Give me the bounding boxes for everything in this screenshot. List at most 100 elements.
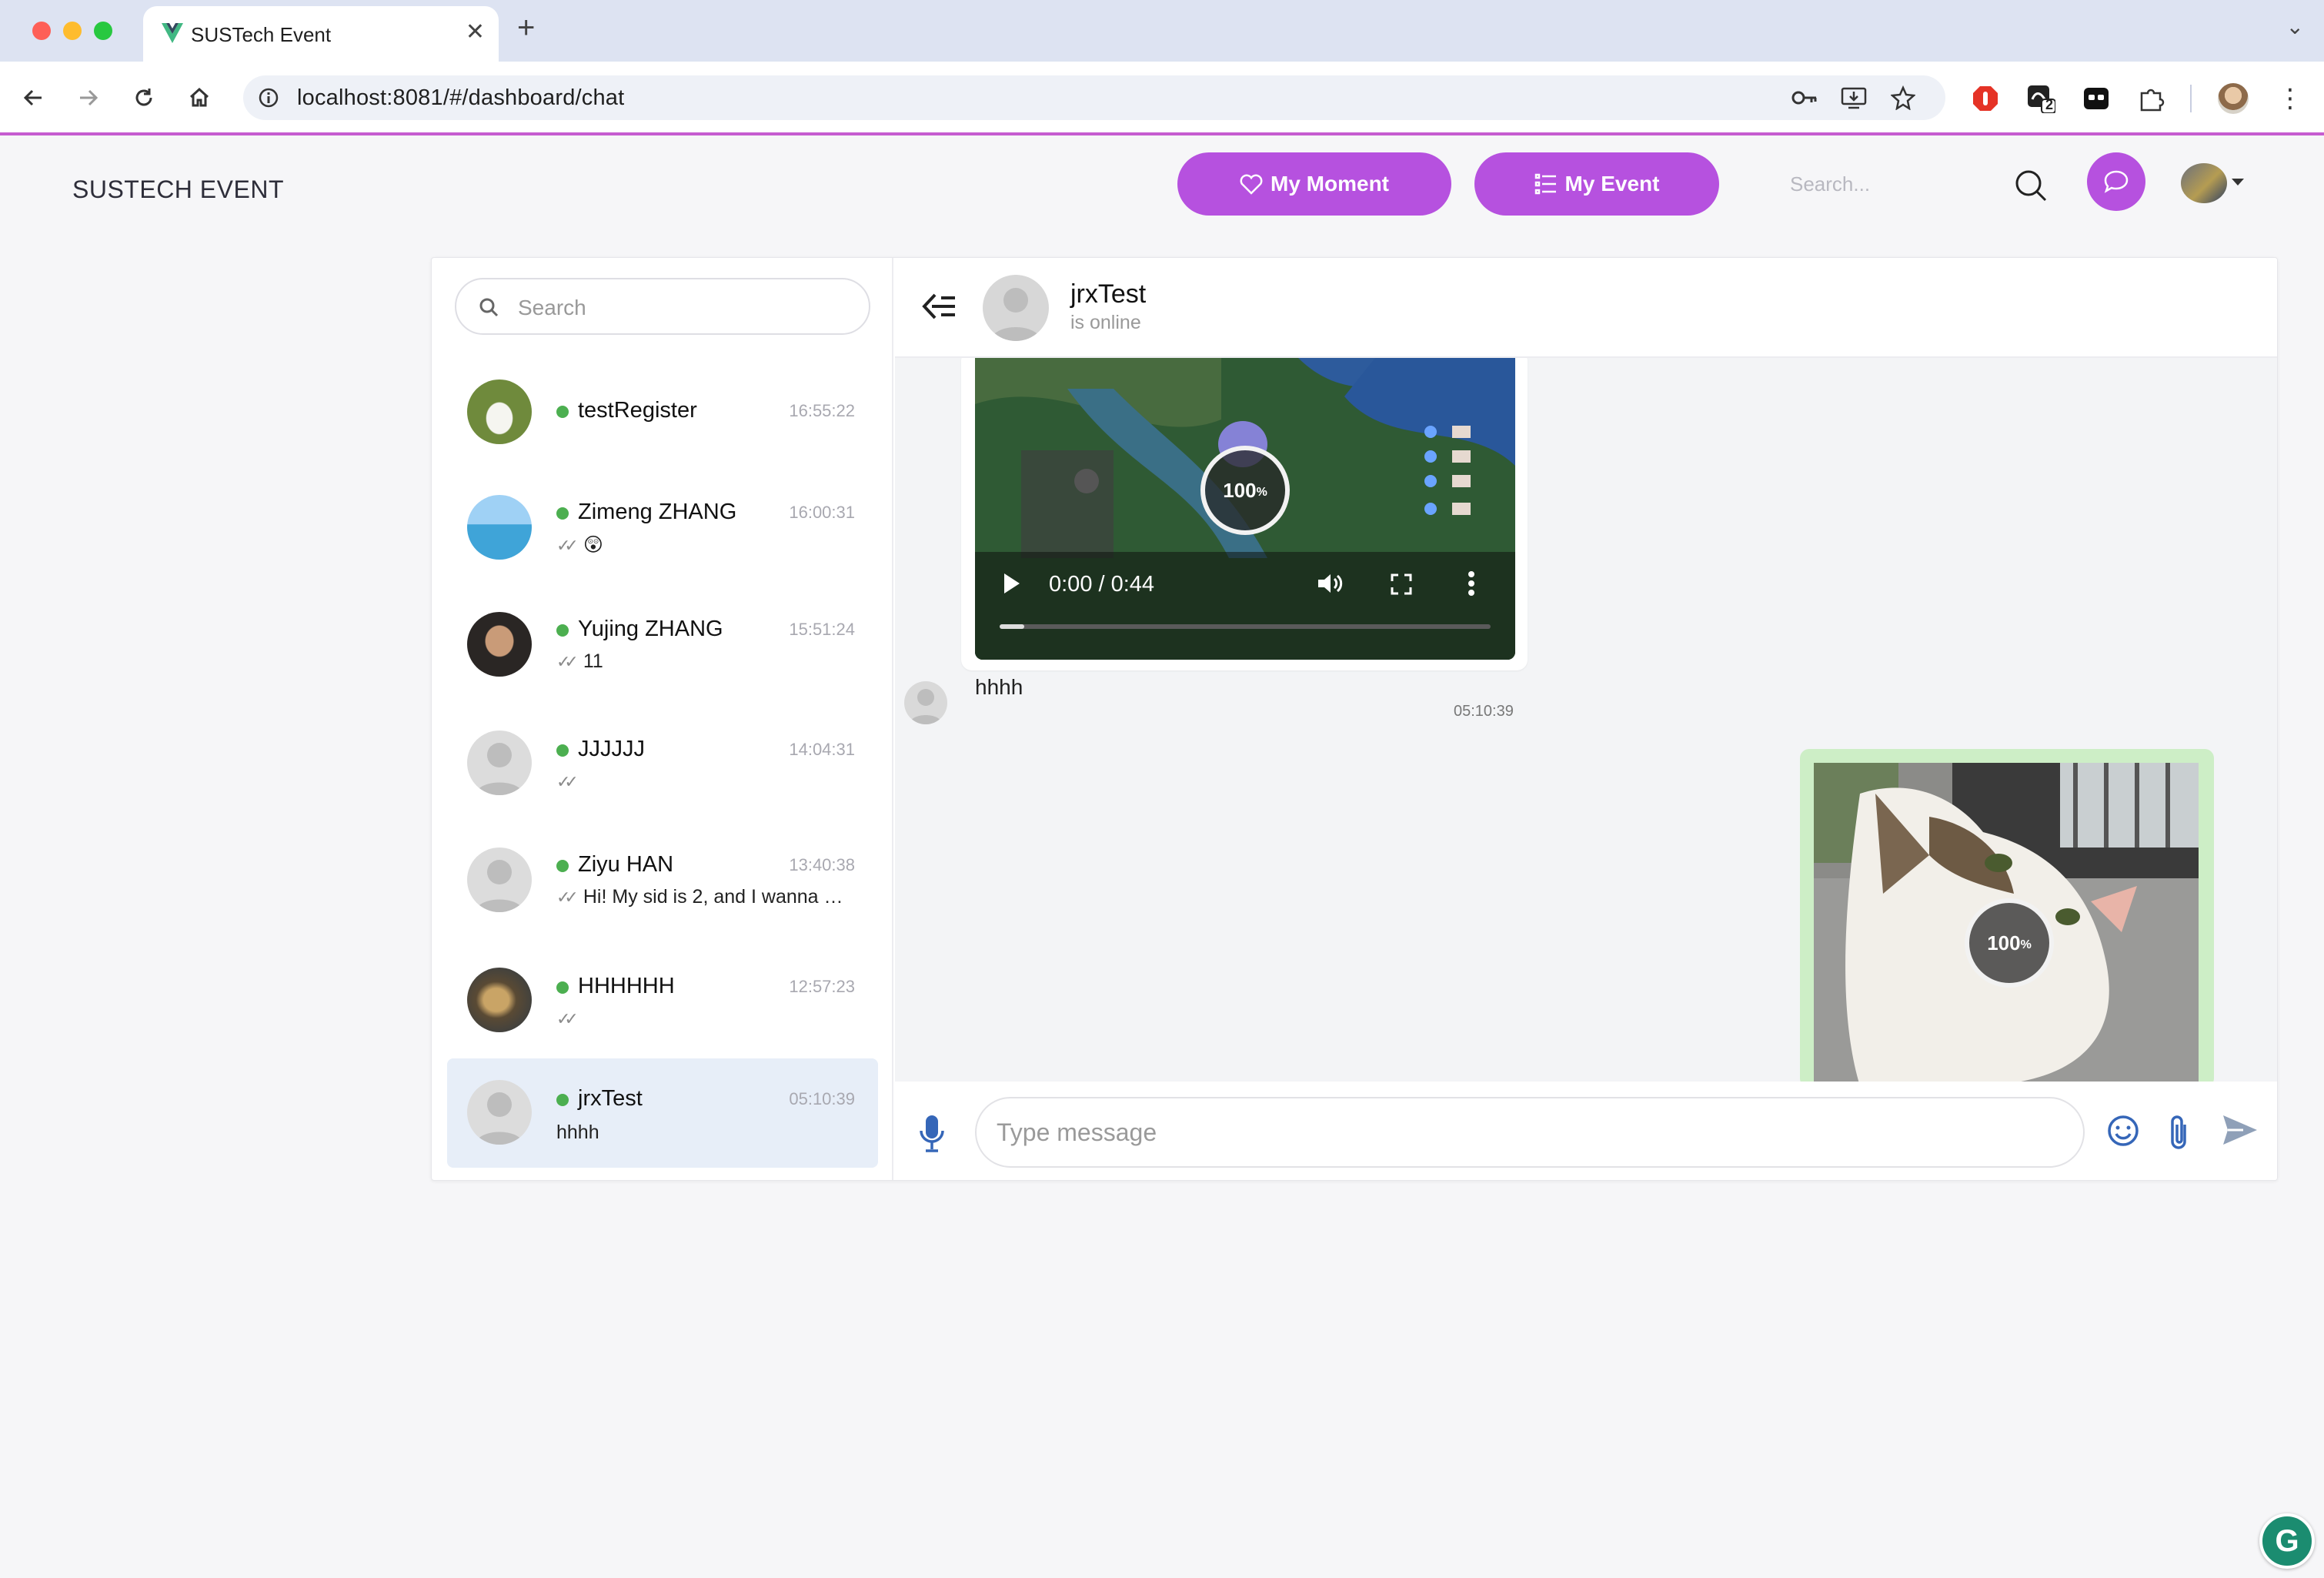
video-player[interactable]: 100% 0:00 / 0:44 [975, 358, 1515, 660]
contact-item-jjjjjj[interactable]: JJJJJJ 14:04:31 ✓✓ [447, 700, 878, 817]
contact-time: 12:57:23 [789, 977, 855, 996]
site-info-icon[interactable] [255, 85, 282, 111]
play-icon[interactable] [1001, 572, 1021, 601]
volume-icon[interactable] [1317, 572, 1343, 601]
install-app-icon[interactable] [1841, 85, 1867, 111]
read-checkmark-icon: ✓✓ [556, 1009, 579, 1028]
contact-last-message: hhhh [556, 1122, 599, 1143]
my-moment-button[interactable]: My Moment [1177, 152, 1451, 216]
read-checkmark-icon: ✓✓ [556, 888, 579, 907]
online-dot [556, 744, 569, 757]
my-event-button[interactable]: My Event [1474, 152, 1719, 216]
url-text[interactable]: localhost:8081/#/dashboard/chat [297, 85, 624, 111]
send-button[interactable] [2222, 1114, 2259, 1150]
mic-button[interactable] [918, 1114, 946, 1156]
maximize-window-button[interactable] [94, 22, 112, 40]
my-moment-label: My Moment [1271, 172, 1389, 196]
search-icon[interactable] [2013, 168, 2049, 207]
online-dot [556, 624, 569, 637]
image-attachment[interactable]: 100% [1814, 763, 2199, 1082]
mic-icon [920, 1115, 944, 1152]
image-upload-progress: 100% [1965, 898, 2054, 988]
forward-icon [80, 89, 99, 106]
peer-name: jrxTest [1070, 279, 1147, 309]
contact-item-zimeng-zhang[interactable]: Zimeng ZHANG 16:00:31 ✓✓ 😲 [447, 464, 878, 580]
contact-item-hhhhhh[interactable]: HHHHHH 12:57:23 ✓✓ [447, 937, 878, 1057]
grammarly-icon[interactable]: G [2259, 1513, 2315, 1569]
chat-card: Search testRegister 16:55:22 Zimeng ZHAN… [431, 257, 2278, 1181]
video-time: 0:00 / 0:44 [1049, 572, 1155, 597]
contact-item-jrxtest[interactable]: jrxTest 05:10:39 hhhh [447, 1058, 878, 1168]
reload-button[interactable] [126, 80, 162, 115]
back-button[interactable] [15, 80, 51, 115]
bookmark-star-icon[interactable] [1890, 85, 1916, 111]
attach-button[interactable] [2168, 1114, 2191, 1155]
contact-search-field[interactable]: Search [455, 278, 870, 335]
brand-logo[interactable]: SUSTECH EVENT [72, 176, 284, 204]
contact-last-message: ✓✓ Hi! My sid is 2, and I wanna ch... [556, 886, 849, 908]
message-time: 05:10:39 [1454, 703, 1514, 720]
online-dot [556, 1094, 569, 1106]
attach-icon [2171, 1115, 2186, 1149]
minimize-window-button[interactable] [63, 22, 82, 40]
contacts-sidebar: Search testRegister 16:55:22 Zimeng ZHAN… [432, 258, 893, 1180]
contact-item-yujing-zhang[interactable]: Yujing ZHANG 15:51:24 ✓✓ 11 [447, 580, 878, 700]
reload-icon [135, 89, 152, 106]
close-window-button[interactable] [32, 22, 51, 40]
contact-name: Ziyu HAN [578, 852, 674, 877]
menu-arrow-icon [922, 293, 955, 319]
peer-status: is online [1070, 312, 1141, 333]
mask-extension-icon[interactable] [2081, 83, 2112, 114]
emoji-button[interactable] [2106, 1114, 2140, 1152]
contact-name: Zimeng ZHANG [578, 500, 737, 524]
my-event-label: My Event [1564, 172, 1660, 196]
header-search-input[interactable]: Search... [1790, 172, 1870, 196]
avatar [467, 612, 532, 677]
browser-menu-icon[interactable]: ⋮ [2275, 83, 2306, 114]
extension-badge-count: 2 [2045, 97, 2054, 112]
avatar [467, 1080, 532, 1145]
contact-time: 16:55:22 [789, 401, 855, 420]
home-button[interactable] [182, 80, 217, 115]
forward-button[interactable] [71, 80, 106, 115]
contact-name: JJJJJJ [578, 737, 645, 761]
message-list: 100% 0:00 / 0:44 hhhh 05:10:39 100 % [895, 358, 2277, 1082]
peer-avatar [983, 275, 1049, 341]
adblock-extension-icon[interactable] [1970, 83, 2001, 114]
message-input[interactable] [975, 1097, 2085, 1168]
chat-button[interactable] [2087, 152, 2145, 211]
tab-search-chevron-icon[interactable]: ⌄ [2286, 14, 2304, 39]
address-bar[interactable]: localhost:8081/#/dashboard/chat [243, 75, 1945, 120]
new-tab-button[interactable]: + [517, 11, 535, 45]
extensions-puzzle-icon[interactable] [2136, 83, 2167, 114]
search-icon [479, 298, 499, 317]
video-progress-fill [1000, 624, 1024, 629]
extension-badge-icon[interactable]: 2 [2025, 83, 2056, 114]
chat-icon [2104, 170, 2129, 193]
message-composer [895, 1082, 2277, 1180]
avatar [467, 730, 532, 795]
online-dot [556, 406, 569, 418]
browser-tab[interactable]: SUSTech Event ✕ [143, 6, 499, 62]
read-checkmark-icon: ✓✓ [556, 772, 579, 791]
contact-item-testregister[interactable]: testRegister 16:55:22 [447, 359, 878, 464]
contact-time: 15:51:24 [789, 620, 855, 639]
online-dot [556, 507, 569, 520]
profile-avatar-icon[interactable] [2218, 83, 2249, 114]
tab-close-icon[interactable]: ✕ [466, 18, 485, 45]
fullscreen-icon[interactable] [1391, 573, 1412, 601]
caret-down-icon[interactable] [2232, 179, 2244, 186]
contact-last-message: ✓✓ 11 [556, 650, 603, 672]
key-icon[interactable] [1791, 85, 1818, 111]
user-avatar[interactable] [2181, 163, 2227, 203]
online-dot [556, 981, 569, 994]
more-options-icon[interactable] [1468, 570, 1475, 603]
video-progress-track[interactable] [1000, 624, 1491, 629]
collapse-sidebar-button[interactable] [921, 292, 957, 325]
app-header: SUSTECH EVENT My Moment My Event Search.… [0, 135, 2324, 243]
contact-item-ziyu-han[interactable]: Ziyu HAN 13:40:38 ✓✓ Hi! My sid is 2, and… [447, 817, 878, 937]
back-icon [23, 89, 42, 106]
contact-name: jrxTest [578, 1086, 643, 1111]
chat-panel: jrxTest is online 100 % 0:00 / 0:44 hhhh… [895, 258, 2277, 1180]
send-icon [2223, 1115, 2257, 1145]
